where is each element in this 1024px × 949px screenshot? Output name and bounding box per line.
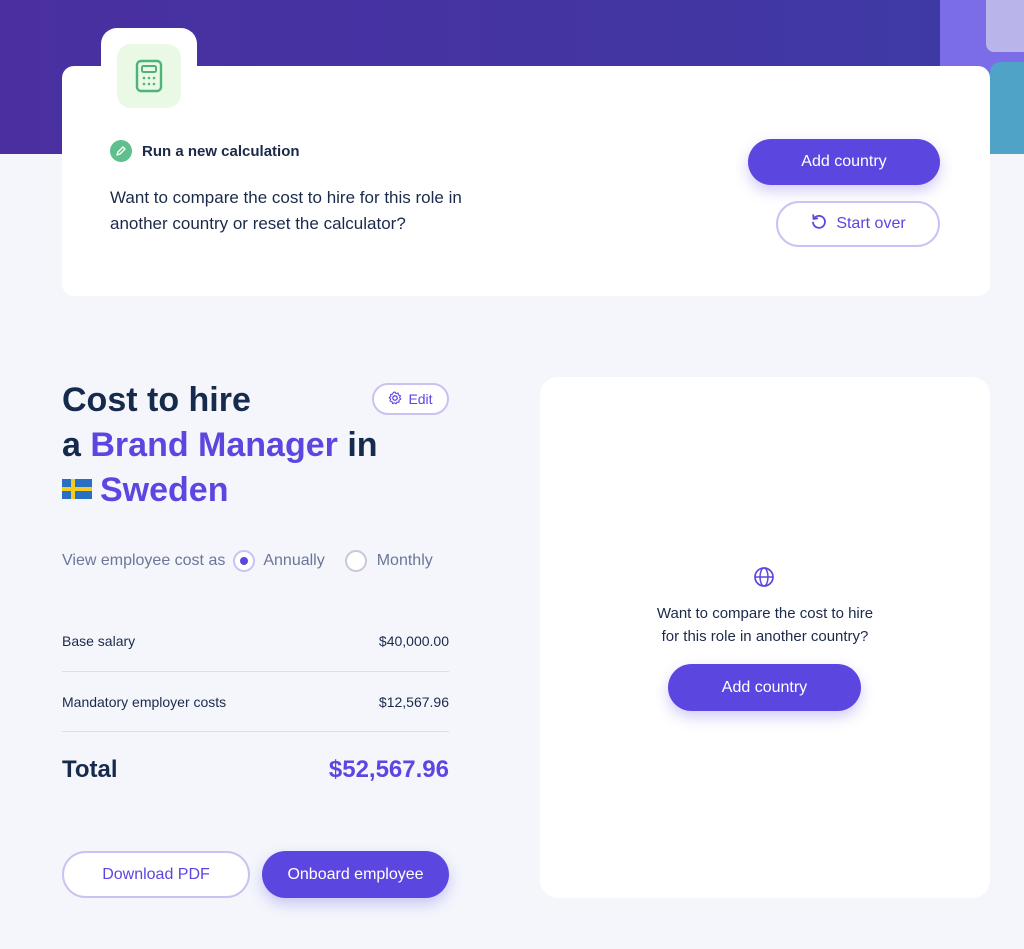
onboard-employee-button[interactable]: Onboard employee <box>262 851 449 898</box>
sweden-flag-icon <box>62 479 92 500</box>
pencil-icon <box>110 140 132 162</box>
hero-decoration <box>990 62 1024 154</box>
restart-icon <box>810 213 828 236</box>
compare-line-1: Want to compare the cost to hire <box>656 605 874 622</box>
total-label: Total <box>62 756 118 783</box>
title-article: a <box>62 426 81 464</box>
globe-icon <box>754 567 774 587</box>
cost-row-base-salary: Base salary $40,000.00 <box>62 611 449 671</box>
calculator-icon <box>117 44 181 108</box>
monthly-label[interactable]: Monthly <box>377 552 433 570</box>
cost-row-label: Mandatory employer costs <box>62 694 227 710</box>
add-country-compare-button[interactable]: Add country <box>668 664 861 711</box>
add-country-button[interactable]: Add country <box>748 139 940 185</box>
compare-description: Want to compare the cost to hire for thi… <box>540 602 990 648</box>
run-calculation-label: Run a new calculation <box>142 142 300 160</box>
annually-label[interactable]: Annually <box>263 552 324 570</box>
divider <box>62 731 449 732</box>
role-name: Brand Manager <box>90 426 338 464</box>
title-line-3: Sweden <box>62 468 462 513</box>
gear-icon <box>388 390 402 408</box>
total-value: $52,567.96 <box>328 756 449 783</box>
download-pdf-button[interactable]: Download PDF <box>62 851 250 898</box>
add-country-label: Add country <box>801 153 887 170</box>
title-line-2: a Brand Manager in <box>62 423 462 468</box>
title-preposition: in <box>347 426 378 464</box>
start-over-button[interactable]: Start over <box>776 201 940 247</box>
calculation-description: Want to compare the cost to hire for thi… <box>110 188 462 233</box>
start-over-label: Start over <box>836 215 906 232</box>
total-row: Total $52,567.96 <box>62 750 449 790</box>
compare-line-2: for this role in another country? <box>661 628 869 645</box>
hero-decoration <box>986 0 1024 52</box>
cost-row-label: Base salary <box>62 633 136 649</box>
cost-row-employer-costs: Mandatory employer costs $12,567.96 <box>62 672 449 732</box>
run-calculation-header: Run a new calculation <box>110 140 300 162</box>
edit-button[interactable]: Edit <box>372 383 449 415</box>
download-pdf-label: Download PDF <box>102 865 210 883</box>
view-cost-label: View employee cost as <box>62 552 226 569</box>
period-selector: View employee cost as Annually Monthly <box>62 548 449 574</box>
annually-radio[interactable] <box>233 550 256 572</box>
edit-label: Edit <box>408 391 433 407</box>
onboard-employee-label: Onboard employee <box>287 865 424 883</box>
monthly-radio[interactable] <box>344 550 367 572</box>
add-country-label: Add country <box>721 678 808 696</box>
cost-row-value: $40,000.00 <box>378 633 449 649</box>
country-name: Sweden <box>100 471 229 509</box>
cost-row-value: $12,567.96 <box>378 694 449 710</box>
